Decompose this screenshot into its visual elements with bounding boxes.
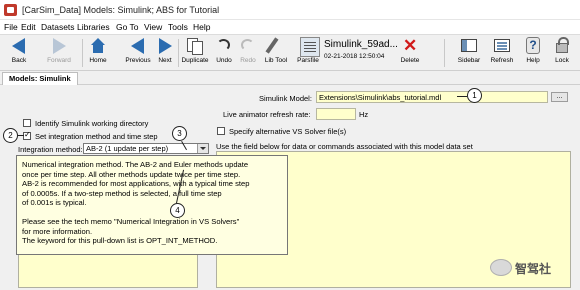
- toolbar: Back Forward Home Previous Next Duplicat…: [0, 34, 580, 71]
- window-title: [CarSim_Data] Models: Simulink; ABS for …: [22, 5, 220, 15]
- dataset-date: 02-21-2018 12:50:04: [324, 53, 385, 60]
- back-label: Back: [11, 57, 27, 64]
- refresh-rate-field[interactable]: [316, 108, 356, 120]
- specify-solver-label: Specify alternative VS Solver file(s): [229, 127, 347, 136]
- wrench-icon: [265, 37, 286, 55]
- undo-icon: [214, 37, 234, 55]
- redo-label: Redo: [240, 57, 256, 64]
- watermark-text: 智驾社: [515, 262, 552, 276]
- sidebar-icon: [459, 37, 479, 55]
- callout-leader: [457, 96, 467, 97]
- menu-help[interactable]: Help: [193, 22, 210, 32]
- lock-icon: [552, 37, 572, 55]
- refresh-button[interactable]: Refresh: [488, 37, 516, 70]
- menu-edit[interactable]: Edit: [21, 22, 36, 32]
- home-button[interactable]: Home: [85, 37, 111, 70]
- app-icon: [4, 4, 17, 16]
- next-button[interactable]: Next: [154, 37, 176, 70]
- next-label: Next: [158, 57, 172, 64]
- tab-models-simulink[interactable]: Models: Simulink: [2, 72, 78, 85]
- tooltip-line: for more information.: [22, 226, 93, 236]
- lock-button[interactable]: Lock: [551, 37, 573, 70]
- integration-method-value: AB-2 (1 update per step): [86, 144, 169, 153]
- toolbar-separator: [82, 39, 83, 67]
- menu-file[interactable]: File: [4, 22, 18, 32]
- simulink-model-label: Simulink Model:: [259, 94, 312, 103]
- refresh-rate-unit: Hz: [359, 110, 369, 119]
- tooltip-line: of 0.0005s. If a two-step method is sele…: [22, 188, 222, 198]
- integration-method-label: Integration method:: [18, 145, 83, 154]
- integration-method-tooltip: Numerical integration method. The AB-2 a…: [16, 155, 288, 255]
- tooltip-line: of 0.001s is typical.: [22, 198, 87, 208]
- lib-tool-button[interactable]: Lib Tool: [262, 37, 290, 70]
- duplicate-button[interactable]: Duplicate: [180, 37, 210, 70]
- delete-icon: ✕: [403, 36, 418, 55]
- menu-datasets[interactable]: Datasets: [41, 22, 75, 32]
- identify-directory-checkbox[interactable]: [23, 119, 31, 127]
- home-icon: [88, 37, 108, 55]
- callout-3: 3: [172, 126, 187, 141]
- help-button[interactable]: ? Help: [522, 37, 544, 70]
- data-field-hint: Use the field below for data or commands…: [216, 142, 473, 151]
- set-integration-checkbox[interactable]: [23, 130, 31, 140]
- forward-arrow-icon: [49, 37, 69, 55]
- undo-button[interactable]: Undo: [213, 37, 235, 70]
- tab-strip: Models: Simulink: [0, 71, 580, 85]
- lock-label: Lock: [555, 57, 569, 64]
- refresh-icon: [492, 37, 512, 55]
- menu-goto[interactable]: Go To: [116, 22, 139, 32]
- dataset-name: Simulink_59ad...: [324, 39, 398, 50]
- redo-icon: [238, 37, 258, 55]
- duplicate-icon: [185, 37, 205, 55]
- tooltip-line: Numerical integration method. The AB-2 a…: [22, 160, 249, 169]
- specify-solver-checkbox[interactable]: [217, 127, 225, 135]
- browse-button[interactable]: ...: [551, 92, 568, 102]
- back-button[interactable]: Back: [4, 37, 34, 70]
- callout-1: 1: [467, 88, 482, 103]
- identify-directory-label: Identify Simulink working directory: [35, 119, 149, 128]
- home-label: Home: [89, 57, 107, 64]
- previous-arrow-icon: [128, 37, 148, 55]
- forward-label: Forward: [47, 57, 71, 64]
- callout-4: 4: [170, 203, 185, 218]
- help-icon: ?: [523, 37, 543, 55]
- toolbar-separator: [178, 39, 179, 67]
- menu-bar: File Edit Datasets Libraries Go To View …: [0, 20, 580, 34]
- tooltip-line: once per time step. All other methods up…: [22, 169, 241, 179]
- menu-tools[interactable]: Tools: [168, 22, 188, 32]
- tooltip-line: Please see the tech memo "Numerical Inte…: [22, 216, 240, 226]
- next-arrow-icon: [155, 37, 175, 55]
- menu-view[interactable]: View: [144, 22, 162, 32]
- tooltip-line: AB-2 is recommended for most application…: [22, 179, 250, 189]
- integration-method-dropdown[interactable]: AB-2 (1 update per step): [83, 143, 209, 154]
- simulink-model-field[interactable]: Extensions\Simulink\abs_tutorial.mdl: [316, 91, 548, 103]
- chevron-down-icon[interactable]: [197, 144, 208, 153]
- callout-leader: [18, 135, 24, 136]
- duplicate-label: Duplicate: [181, 57, 209, 64]
- title-bar: [CarSim_Data] Models: Simulink; ABS for …: [0, 0, 580, 20]
- delete-button[interactable]: ✕ Delete: [398, 37, 422, 70]
- previous-label: Previous: [125, 57, 151, 64]
- tooltip-gap: [22, 208, 282, 217]
- redo-button[interactable]: Redo: [237, 37, 259, 70]
- forward-button[interactable]: Forward: [40, 37, 78, 70]
- watermark-logo-icon: [490, 259, 512, 276]
- previous-button[interactable]: Previous: [122, 37, 154, 70]
- refresh-rate-label: Live animator refresh rate:: [223, 110, 311, 119]
- dataset-icon: [300, 37, 320, 57]
- callout-2: 2: [3, 128, 18, 143]
- lib-tool-label: Lib Tool: [264, 57, 288, 64]
- sidebar-button[interactable]: Sidebar: [455, 37, 483, 70]
- menu-libraries[interactable]: Libraries: [77, 22, 110, 32]
- tooltip-line: The keyword for this pull-down list is O…: [22, 236, 218, 246]
- delete-label: Delete: [400, 57, 420, 64]
- sidebar-label: Sidebar: [457, 57, 481, 64]
- set-integration-label: Set integration method and time step: [35, 132, 158, 141]
- toolbar-separator: [444, 39, 445, 67]
- help-label: Help: [526, 57, 540, 64]
- parsfile-label: Parsfile: [297, 57, 319, 64]
- back-arrow-icon: [9, 37, 29, 55]
- refresh-label: Refresh: [490, 57, 514, 64]
- undo-label: Undo: [216, 57, 232, 64]
